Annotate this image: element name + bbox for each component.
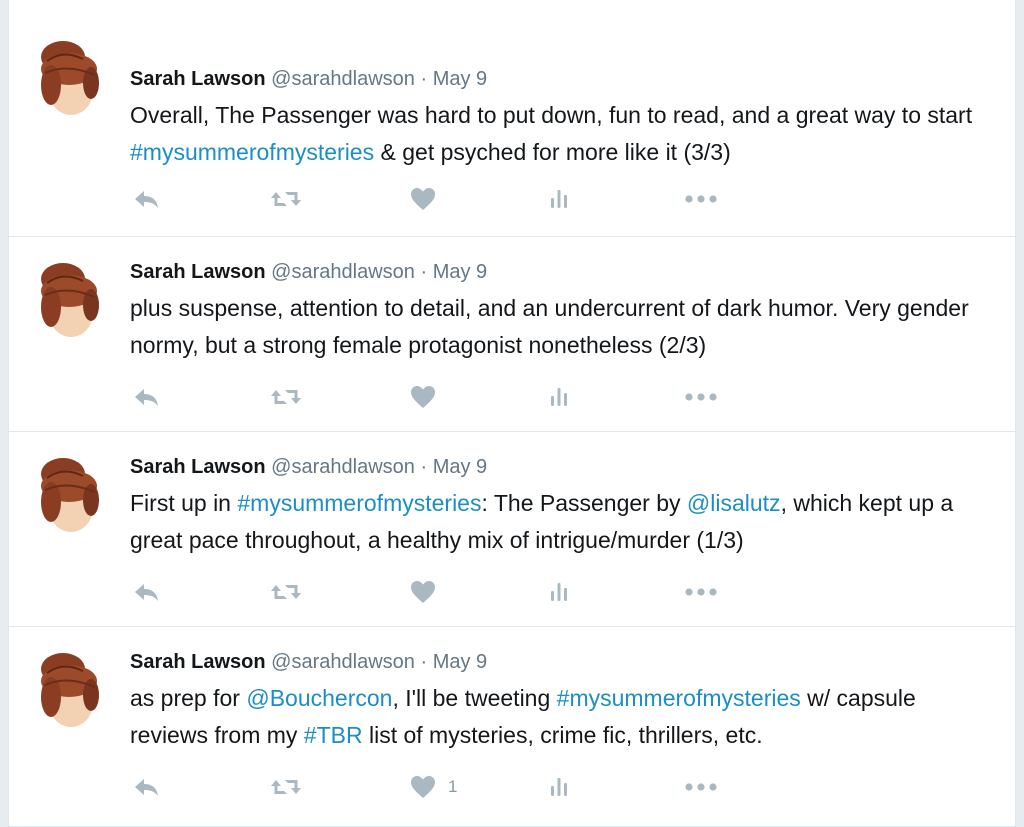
retweet-icon — [270, 776, 302, 798]
tweet-text-segment: & get psyched for more like it (3/3) — [374, 139, 731, 165]
tweet-text: First up in #mysummerofmysteries: The Pa… — [130, 485, 995, 559]
more-icon — [684, 586, 718, 598]
author-handle[interactable]: @sarahdlawson — [271, 68, 415, 90]
reply-button[interactable] — [132, 577, 160, 607]
analytics-icon — [548, 581, 570, 603]
avatar[interactable] — [33, 456, 105, 536]
heart-icon — [410, 580, 436, 604]
reply-button[interactable] — [132, 184, 160, 214]
like-button[interactable] — [410, 382, 436, 412]
reply-button[interactable] — [132, 772, 160, 802]
mention-link[interactable]: @Bouchercon — [246, 685, 392, 711]
timestamp[interactable]: May 9 — [433, 68, 487, 90]
hashtag-link[interactable]: #mysummerofmysteries — [557, 685, 801, 711]
timestamp[interactable]: May 9 — [433, 651, 487, 673]
tweet-content: Sarah Lawson @sarahdlawson · May 9 Overal… — [130, 66, 995, 171]
like-button[interactable]: 1 — [410, 772, 457, 802]
analytics-icon — [548, 386, 570, 408]
tweet[interactable]: Sarah Lawson @sarahdlawson · May 9 plus s… — [9, 237, 1015, 432]
tweet[interactable]: Sarah Lawson @sarahdlawson · May 9 as pre… — [9, 627, 1015, 827]
tweet-actions — [130, 382, 730, 412]
tweet-header: Sarah Lawson @sarahdlawson · May 9 — [130, 66, 995, 92]
separator-dot: · — [420, 261, 428, 283]
tweet-header: Sarah Lawson @sarahdlawson · May 9 — [130, 259, 995, 285]
tweet-actions — [130, 184, 730, 214]
tweet-text: as prep for @Bouchercon, I'll be tweetin… — [130, 680, 995, 754]
tweet-text-segment: plus suspense, attention to detail, and … — [130, 295, 969, 358]
tweet-text-segment: , I'll be tweeting — [392, 685, 557, 711]
more-button[interactable] — [684, 577, 718, 607]
tweet-content: Sarah Lawson @sarahdlawson · May 9 plus s… — [130, 259, 995, 364]
tweet-content: Sarah Lawson @sarahdlawson · May 9 First … — [130, 454, 995, 559]
more-button[interactable] — [684, 382, 718, 412]
timestamp[interactable]: May 9 — [433, 456, 487, 478]
heart-icon — [410, 187, 436, 211]
hashtag-link[interactable]: #mysummerofmysteries — [237, 490, 481, 516]
more-icon — [684, 391, 718, 403]
separator-dot: · — [420, 68, 428, 90]
author-name[interactable]: Sarah Lawson — [130, 261, 266, 283]
heart-icon — [410, 385, 436, 409]
more-icon — [684, 781, 718, 793]
avatar[interactable] — [33, 39, 105, 119]
analytics-button[interactable] — [548, 772, 570, 802]
tweet-text-segment: Overall, The Passenger was hard to put d… — [130, 102, 973, 128]
retweet-button[interactable] — [270, 577, 302, 607]
timestamp[interactable]: May 9 — [433, 261, 487, 283]
author-handle[interactable]: @sarahdlawson — [271, 651, 415, 673]
tweet-text-segment: list of mysteries, crime fic, thrillers,… — [362, 722, 763, 748]
timeline: Sarah Lawson @sarahdlawson · May 9 Overal… — [8, 0, 1016, 827]
tweet-text-segment: as prep for — [130, 685, 247, 711]
analytics-button[interactable] — [548, 577, 570, 607]
more-button[interactable] — [684, 184, 718, 214]
retweet-icon — [270, 581, 302, 603]
author-name[interactable]: Sarah Lawson — [130, 651, 266, 673]
author-handle[interactable]: @sarahdlawson — [271, 456, 415, 478]
tweet-actions — [130, 577, 730, 607]
analytics-button[interactable] — [548, 382, 570, 412]
analytics-icon — [548, 776, 570, 798]
mention-link[interactable]: @lisalutz — [687, 490, 781, 516]
more-icon — [684, 193, 718, 205]
reply-icon — [132, 386, 160, 408]
like-button[interactable] — [410, 577, 436, 607]
more-button[interactable] — [684, 772, 718, 802]
retweet-button[interactable] — [270, 382, 302, 412]
hashtag-link[interactable]: #mysummerofmysteries — [130, 139, 374, 165]
reply-icon — [132, 776, 160, 798]
tweet-text-segment: : The Passenger by — [481, 490, 687, 516]
avatar[interactable] — [33, 651, 105, 731]
retweet-button[interactable] — [270, 772, 302, 802]
tweet-text: plus suspense, attention to detail, and … — [130, 290, 995, 364]
author-name[interactable]: Sarah Lawson — [130, 456, 266, 478]
tweet-header: Sarah Lawson @sarahdlawson · May 9 — [130, 649, 995, 675]
retweet-button[interactable] — [270, 184, 302, 214]
heart-icon — [410, 775, 436, 799]
analytics-icon — [548, 188, 570, 210]
reply-button[interactable] — [132, 382, 160, 412]
retweet-icon — [270, 386, 302, 408]
like-button[interactable] — [410, 184, 436, 214]
tweet[interactable]: Sarah Lawson @sarahdlawson · May 9 Overal… — [9, 0, 1015, 237]
separator-dot: · — [420, 651, 428, 673]
tweet-actions: 1 — [130, 772, 730, 802]
hashtag-link[interactable]: #TBR — [304, 722, 363, 748]
avatar[interactable] — [33, 261, 105, 341]
reply-icon — [132, 581, 160, 603]
analytics-button[interactable] — [548, 184, 570, 214]
like-count: 1 — [448, 777, 458, 796]
tweet-header: Sarah Lawson @sarahdlawson · May 9 — [130, 454, 995, 480]
tweet[interactable]: Sarah Lawson @sarahdlawson · May 9 First … — [9, 432, 1015, 627]
separator-dot: · — [420, 456, 428, 478]
tweet-text: Overall, The Passenger was hard to put d… — [130, 97, 995, 171]
tweet-text-segment: First up in — [130, 490, 238, 516]
tweet-content: Sarah Lawson @sarahdlawson · May 9 as pre… — [130, 649, 995, 754]
author-name[interactable]: Sarah Lawson — [130, 68, 266, 90]
reply-icon — [132, 188, 160, 210]
retweet-icon — [270, 188, 302, 210]
author-handle[interactable]: @sarahdlawson — [271, 261, 415, 283]
